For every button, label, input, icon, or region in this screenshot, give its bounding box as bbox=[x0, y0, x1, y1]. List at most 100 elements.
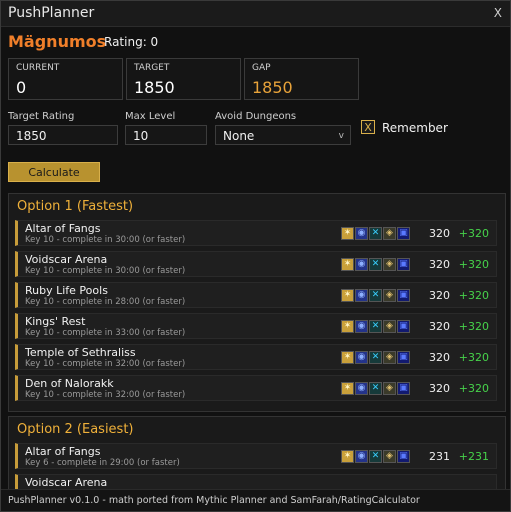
dungeon-name: Kings' Rest bbox=[25, 315, 86, 328]
dungeon-name: Temple of Sethraliss bbox=[25, 346, 136, 359]
max-level-label: Max Level bbox=[125, 111, 176, 122]
option-1-title: Option 1 (Fastest) bbox=[17, 199, 134, 214]
bolstering-icon: ◉ bbox=[355, 351, 368, 364]
fortified-icon: ✶ bbox=[341, 227, 354, 240]
affix-icons: ✶ ◉ ✕ ◈ ▣ bbox=[341, 258, 410, 271]
target-value: 1850 bbox=[134, 78, 175, 97]
score-value: 320 bbox=[429, 258, 450, 271]
dungeon-name: Voidscar Arena bbox=[25, 253, 108, 266]
table-row[interactable]: Kings' Rest Key 10 - complete in 33:00 (… bbox=[15, 313, 497, 339]
dungeon-name: Altar of Fangs bbox=[25, 445, 101, 458]
key-detail: Key 10 - complete in 32:00 (or faster) bbox=[25, 390, 186, 400]
storming-icon: ▣ bbox=[397, 258, 410, 271]
key-detail: Key 10 - complete in 32:00 (or faster) bbox=[25, 359, 186, 369]
gap-box: GAP 1850 bbox=[244, 58, 359, 100]
gap-label: GAP bbox=[252, 63, 271, 73]
avoid-dungeons-label: Avoid Dungeons bbox=[215, 111, 297, 122]
status-footer: PushPlanner v0.1.0 - math ported from My… bbox=[1, 489, 510, 511]
gap-value: 1850 bbox=[252, 78, 293, 97]
score-value: 320 bbox=[429, 351, 450, 364]
close-button[interactable]: X bbox=[494, 6, 502, 20]
bolstering-icon: ◉ bbox=[355, 382, 368, 395]
bolstering-icon: ◉ bbox=[355, 227, 368, 240]
bolstering-icon: ◉ bbox=[355, 320, 368, 333]
avoid-dungeons-select[interactable]: None v bbox=[215, 125, 351, 145]
title-bar[interactable]: PushPlanner X bbox=[1, 1, 510, 27]
spiteful-icon: ✕ bbox=[369, 450, 382, 463]
character-rating: Rating: 0 bbox=[104, 35, 159, 49]
target-label: TARGET bbox=[134, 63, 170, 73]
tyrannical-icon: ◈ bbox=[383, 382, 396, 395]
affix-icons: ✶ ◉ ✕ ◈ ▣ bbox=[341, 450, 410, 463]
score-gain: +320 bbox=[458, 227, 489, 240]
affix-icons: ✶ ◉ ✕ ◈ ▣ bbox=[341, 320, 410, 333]
storming-icon: ▣ bbox=[397, 227, 410, 240]
table-row[interactable]: Ruby Life Pools Key 10 - complete in 28:… bbox=[15, 282, 497, 308]
score-value: 231 bbox=[429, 450, 450, 463]
tyrannical-icon: ◈ bbox=[383, 227, 396, 240]
fortified-icon: ✶ bbox=[341, 289, 354, 302]
spiteful-icon: ✕ bbox=[369, 289, 382, 302]
table-row[interactable]: Den of Nalorakk Key 10 - complete in 32:… bbox=[15, 375, 497, 401]
dungeon-name: Ruby Life Pools bbox=[25, 284, 108, 297]
storming-icon: ▣ bbox=[397, 382, 410, 395]
storming-icon: ▣ bbox=[397, 450, 410, 463]
spiteful-icon: ✕ bbox=[369, 320, 382, 333]
option-2-panel: Option 2 (Easiest) Altar of Fangs Key 6 … bbox=[8, 416, 506, 500]
option-2-title: Option 2 (Easiest) bbox=[17, 422, 134, 437]
remember-label: Remember bbox=[382, 121, 448, 135]
table-row[interactable]: Altar of Fangs Key 6 - complete in 29:00… bbox=[15, 443, 497, 469]
dungeon-name: Den of Nalorakk bbox=[25, 377, 114, 390]
storming-icon: ▣ bbox=[397, 320, 410, 333]
key-detail: Key 10 - complete in 33:00 (or faster) bbox=[25, 328, 186, 338]
target-rating-label: Target Rating bbox=[8, 111, 75, 122]
key-detail: Key 10 - complete in 30:00 (or faster) bbox=[25, 266, 186, 276]
current-value: 0 bbox=[16, 78, 27, 97]
target-rating-box: TARGET 1850 bbox=[126, 58, 241, 100]
dungeon-name: Altar of Fangs bbox=[25, 222, 101, 235]
tyrannical-icon: ◈ bbox=[383, 289, 396, 302]
current-rating-box: CURRENT 0 bbox=[8, 58, 123, 100]
footer-text: PushPlanner v0.1.0 - math ported from My… bbox=[8, 495, 420, 506]
spiteful-icon: ✕ bbox=[369, 227, 382, 240]
target-rating-input[interactable]: 1850 bbox=[8, 125, 118, 145]
bolstering-icon: ◉ bbox=[355, 450, 368, 463]
calculate-button[interactable]: Calculate bbox=[8, 162, 100, 182]
affix-icons: ✶ ◉ ✕ ◈ ▣ bbox=[341, 382, 410, 395]
window-title: PushPlanner bbox=[8, 5, 95, 21]
bolstering-icon: ◉ bbox=[355, 258, 368, 271]
tyrannical-icon: ◈ bbox=[383, 450, 396, 463]
remember-checkbox[interactable]: X bbox=[361, 120, 375, 134]
table-row[interactable]: Altar of Fangs Key 10 - complete in 30:0… bbox=[15, 220, 497, 246]
fortified-icon: ✶ bbox=[341, 320, 354, 333]
option-1-panel: Option 1 (Fastest) Altar of Fangs Key 10… bbox=[8, 193, 506, 412]
tyrannical-icon: ◈ bbox=[383, 320, 396, 333]
spiteful-icon: ✕ bbox=[369, 258, 382, 271]
spiteful-icon: ✕ bbox=[369, 382, 382, 395]
storming-icon: ▣ bbox=[397, 289, 410, 302]
score-gain: +320 bbox=[458, 351, 489, 364]
score-gain: +231 bbox=[458, 450, 489, 463]
key-detail: Key 10 - complete in 28:00 (or faster) bbox=[25, 297, 186, 307]
score-value: 320 bbox=[429, 320, 450, 333]
fortified-icon: ✶ bbox=[341, 382, 354, 395]
fortified-icon: ✶ bbox=[341, 258, 354, 271]
key-detail: Key 6 - complete in 29:00 (or faster) bbox=[25, 458, 180, 468]
character-name: Mägnumos bbox=[8, 32, 107, 51]
tyrannical-icon: ◈ bbox=[383, 258, 396, 271]
storming-icon: ▣ bbox=[397, 351, 410, 364]
score-gain: +320 bbox=[458, 320, 489, 333]
table-row[interactable]: Temple of Sethraliss Key 10 - complete i… bbox=[15, 344, 497, 370]
affix-icons: ✶ ◉ ✕ ◈ ▣ bbox=[341, 289, 410, 302]
bolstering-icon: ◉ bbox=[355, 289, 368, 302]
affix-icons: ✶ ◉ ✕ ◈ ▣ bbox=[341, 351, 410, 364]
affix-icons: ✶ ◉ ✕ ◈ ▣ bbox=[341, 227, 410, 240]
score-value: 320 bbox=[429, 289, 450, 302]
table-row[interactable]: Voidscar Arena Key 10 - complete in 30:0… bbox=[15, 251, 497, 277]
score-gain: +320 bbox=[458, 258, 489, 271]
current-label: CURRENT bbox=[16, 63, 60, 73]
fortified-icon: ✶ bbox=[341, 351, 354, 364]
tyrannical-icon: ◈ bbox=[383, 351, 396, 364]
max-level-input[interactable]: 10 bbox=[125, 125, 207, 145]
chevron-down-icon: v bbox=[338, 131, 344, 141]
